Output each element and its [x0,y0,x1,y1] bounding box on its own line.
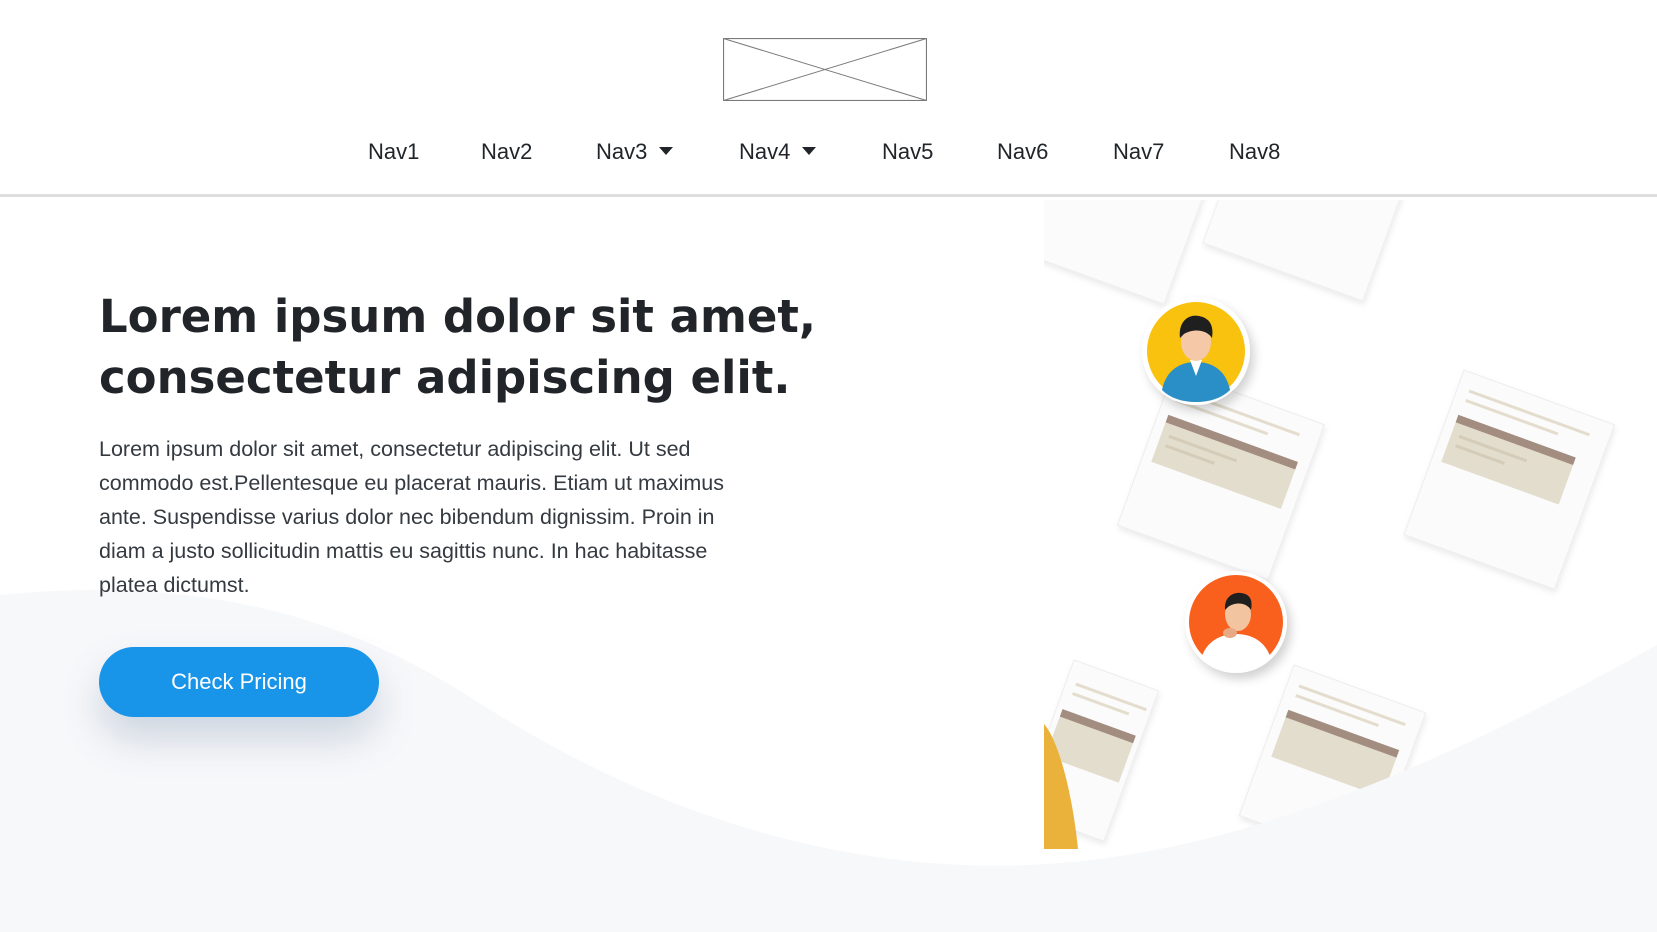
nav-item-6[interactable]: Nav6 [997,132,1048,172]
nav-item-8[interactable]: Nav8 [1229,132,1280,172]
main-nav: Nav1 Nav2 Nav3 Nav4 Nav5 Nav6 Nav7 Nav8 [0,132,1657,172]
nav-item-3-dropdown[interactable]: Nav3 [596,132,674,172]
caret-down-icon [802,147,817,156]
caret-down-icon [659,147,674,156]
nav-item-label: Nav3 [596,139,648,164]
nav-item-1[interactable]: Nav1 [368,132,419,172]
nav-item-label: Nav8 [1229,139,1281,164]
nav-item-label: Nav7 [1113,139,1165,164]
hero-illustration [1044,200,1615,849]
nav-item-label: Nav2 [481,139,533,164]
nav-item-4-dropdown[interactable]: Nav4 [739,132,817,172]
nav-item-label: Nav5 [882,139,934,164]
nav-item-5[interactable]: Nav5 [882,132,933,172]
nav-item-7[interactable]: Nav7 [1113,132,1164,172]
nav-item-label: Nav4 [739,139,791,164]
nav-item-label: Nav6 [997,139,1049,164]
nav-item-label: Nav1 [368,139,420,164]
check-pricing-button[interactable]: Check Pricing [99,647,379,717]
site-header: Nav1 Nav2 Nav3 Nav4 Nav5 Nav6 Nav7 Nav8 [0,0,1657,197]
hero-title: Lorem ipsum dolor sit amet, consectetur … [99,290,816,404]
logo-placeholder-icon[interactable] [723,38,927,101]
hero-description: Lorem ipsum dolor sit amet, consectetur … [99,437,724,597]
nav-item-2[interactable]: Nav2 [481,132,532,172]
